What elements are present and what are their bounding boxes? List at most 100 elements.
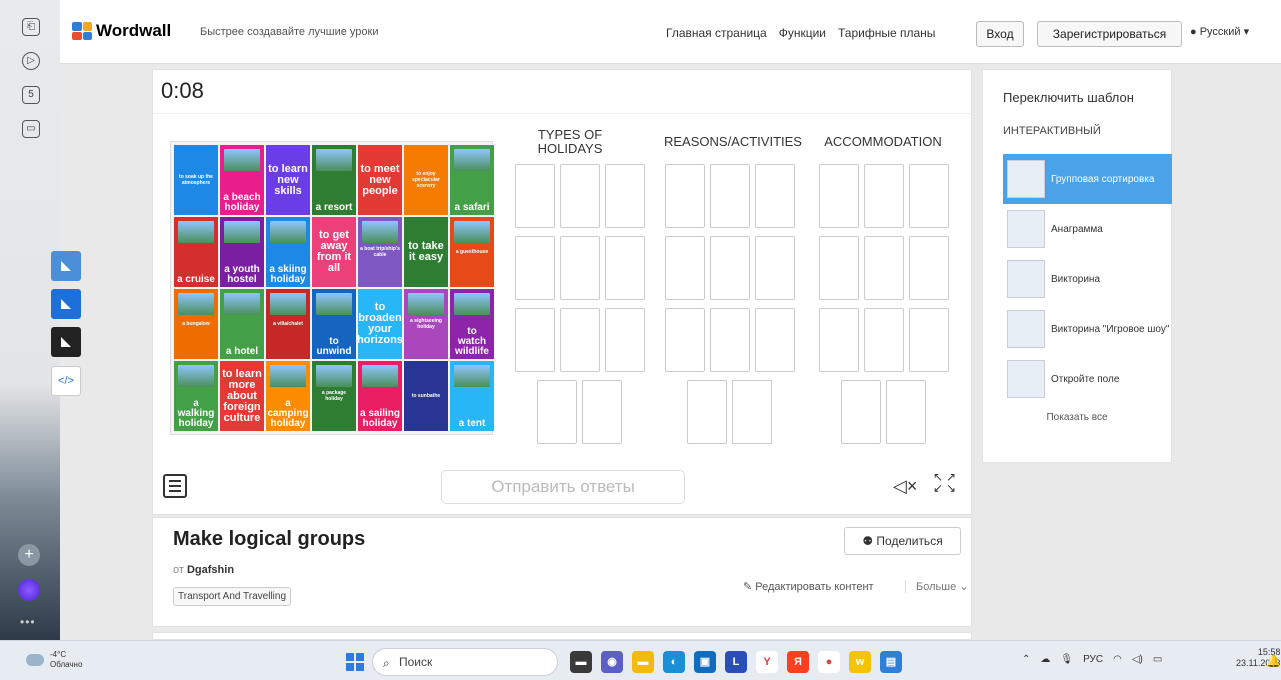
answer-tile[interactable]: to watch wildlife [450, 289, 494, 359]
input-language[interactable]: РУС [1083, 654, 1103, 665]
drop-slot[interactable] [560, 164, 600, 228]
drop-slot[interactable] [909, 236, 949, 300]
drop-slot[interactable] [864, 236, 904, 300]
drop-slot[interactable] [841, 380, 881, 444]
answer-tile[interactable]: to learn new skills [266, 145, 310, 215]
logo[interactable]: Wordwall [72, 21, 171, 41]
more-dropdown[interactable]: Больше ⌄ [905, 580, 968, 593]
drop-slot[interactable] [819, 308, 859, 372]
template-item[interactable]: Викторина [1003, 254, 1172, 304]
answer-tile[interactable]: a safari [450, 145, 494, 215]
answer-tile[interactable]: a cruise [174, 217, 218, 287]
drop-slot[interactable] [582, 380, 622, 444]
nav-pricing[interactable]: Тарифные планы [838, 26, 935, 40]
taskbar-app-icon[interactable]: ▤ [880, 651, 902, 673]
answer-tile[interactable]: to enjoy spectacular scenery [404, 145, 448, 215]
drop-slot[interactable] [909, 164, 949, 228]
windows-start-icon[interactable] [346, 653, 364, 671]
nav-features[interactable]: Функции [779, 26, 826, 40]
taskbar-app-icon[interactable]: ● [818, 651, 840, 673]
login-button[interactable]: Вход [976, 21, 1024, 47]
menu-icon[interactable] [163, 474, 187, 498]
answer-tile[interactable]: a hotel [220, 289, 264, 359]
answer-tile[interactable]: a resort [312, 145, 356, 215]
answer-tile[interactable]: a tent [450, 361, 494, 431]
drop-slot[interactable] [515, 308, 555, 372]
drop-slot[interactable] [515, 236, 555, 300]
author-name[interactable]: Dgafshin [187, 564, 234, 576]
answer-tile[interactable]: to take it easy [404, 217, 448, 287]
submit-answers-button[interactable]: Отправить ответы [441, 470, 685, 504]
answer-tile[interactable]: to meet new people [358, 145, 402, 215]
taskbar-app-icon[interactable]: Y [756, 651, 778, 673]
drop-slot[interactable] [909, 308, 949, 372]
answer-tile[interactable]: to soak up the atmosphere [174, 145, 218, 215]
drop-slot[interactable] [605, 308, 645, 372]
drop-slot[interactable] [665, 164, 705, 228]
fullscreen-icon[interactable]: ↖↗ ↙↘ [933, 471, 959, 494]
taskbar-app-icon[interactable]: ᴡ [849, 651, 871, 673]
screen-icon[interactable]: ▭ [22, 120, 40, 138]
drop-slot[interactable] [515, 164, 555, 228]
drop-slot[interactable] [886, 380, 926, 444]
drop-slot[interactable] [755, 308, 795, 372]
answer-tile[interactable]: a boat trip/ship's cable [358, 217, 402, 287]
answer-tile[interactable]: a sailing holiday [358, 361, 402, 431]
drop-slot[interactable] [755, 164, 795, 228]
answer-tile[interactable]: a camping holiday [266, 361, 310, 431]
side-float-1[interactable] [51, 251, 81, 281]
edit-content-link[interactable]: ✎ Редактировать контент [743, 580, 874, 593]
share-button[interactable]: ⚉ Поделиться [844, 527, 961, 555]
volume-icon[interactable]: ◁) [1132, 654, 1143, 665]
template-item[interactable]: Групповая сортировка [1003, 154, 1172, 204]
more-icon[interactable]: ••• [20, 615, 36, 629]
answer-tile[interactable]: to get away from it all [312, 217, 356, 287]
taskbar-app-icon[interactable]: ▬ [632, 651, 654, 673]
taskbar-search[interactable]: ⌕ Поиск [372, 648, 558, 676]
answer-tile[interactable]: a guesthouse [450, 217, 494, 287]
drop-slot[interactable] [732, 380, 772, 444]
template-item[interactable]: Откройте поле [1003, 354, 1172, 404]
taskbar-app-icon[interactable]: ◉ [601, 651, 623, 673]
side-float-2[interactable] [51, 289, 81, 319]
drop-slot[interactable] [560, 308, 600, 372]
taskbar-app-icon[interactable]: Я [787, 651, 809, 673]
drop-slot[interactable] [819, 236, 859, 300]
answer-tile[interactable]: to sunbathe [404, 361, 448, 431]
drop-slot[interactable] [605, 236, 645, 300]
mute-icon[interactable]: ◁× [893, 476, 917, 497]
nav-home[interactable]: Главная страница [666, 26, 767, 40]
taskbar-app-icon[interactable]: ◐ [663, 651, 685, 673]
chevron-up-icon[interactable]: ⌃ [1022, 654, 1030, 665]
drop-slot[interactable] [710, 236, 750, 300]
mic-icon[interactable]: 🎙 [1060, 654, 1073, 665]
answer-tile[interactable]: a beach holiday [220, 145, 264, 215]
answer-tile[interactable]: a youth hostel [220, 217, 264, 287]
wifi-icon[interactable]: ◠ [1113, 654, 1122, 665]
answer-tile[interactable]: to unwind [312, 289, 356, 359]
answer-tile[interactable]: a walking holiday [174, 361, 218, 431]
drop-slot[interactable] [710, 308, 750, 372]
template-item[interactable]: Викторина "Игровое шоу" [1003, 304, 1172, 354]
drop-slot[interactable] [665, 308, 705, 372]
answer-tile[interactable]: to learn more about foreign culture [220, 361, 264, 431]
answer-tile[interactable]: a bungalow [174, 289, 218, 359]
tabs-icon[interactable]: ⎗ [22, 18, 40, 36]
answer-tile[interactable]: a package holiday [312, 361, 356, 431]
alice-icon[interactable] [18, 579, 40, 601]
answer-tile[interactable]: a villa/chalet [266, 289, 310, 359]
drop-slot[interactable] [665, 236, 705, 300]
drop-slot[interactable] [605, 164, 645, 228]
collections-icon[interactable]: 5 [22, 86, 40, 104]
notification-bell-icon[interactable]: 🔔 [1266, 654, 1281, 668]
drop-slot[interactable] [864, 308, 904, 372]
add-icon[interactable]: + [18, 544, 40, 566]
answer-tile[interactable]: a sightseeing holiday [404, 289, 448, 359]
drop-slot[interactable] [537, 380, 577, 444]
play-icon[interactable]: ▷ [22, 52, 40, 70]
weather-widget[interactable]: -4°C Облачно [26, 650, 82, 670]
taskbar-app-icon[interactable]: ▬ [570, 651, 592, 673]
onedrive-icon[interactable]: ☁ [1040, 654, 1050, 665]
taskbar-app-icon[interactable]: L [725, 651, 747, 673]
battery-icon[interactable]: ▭ [1153, 654, 1162, 665]
